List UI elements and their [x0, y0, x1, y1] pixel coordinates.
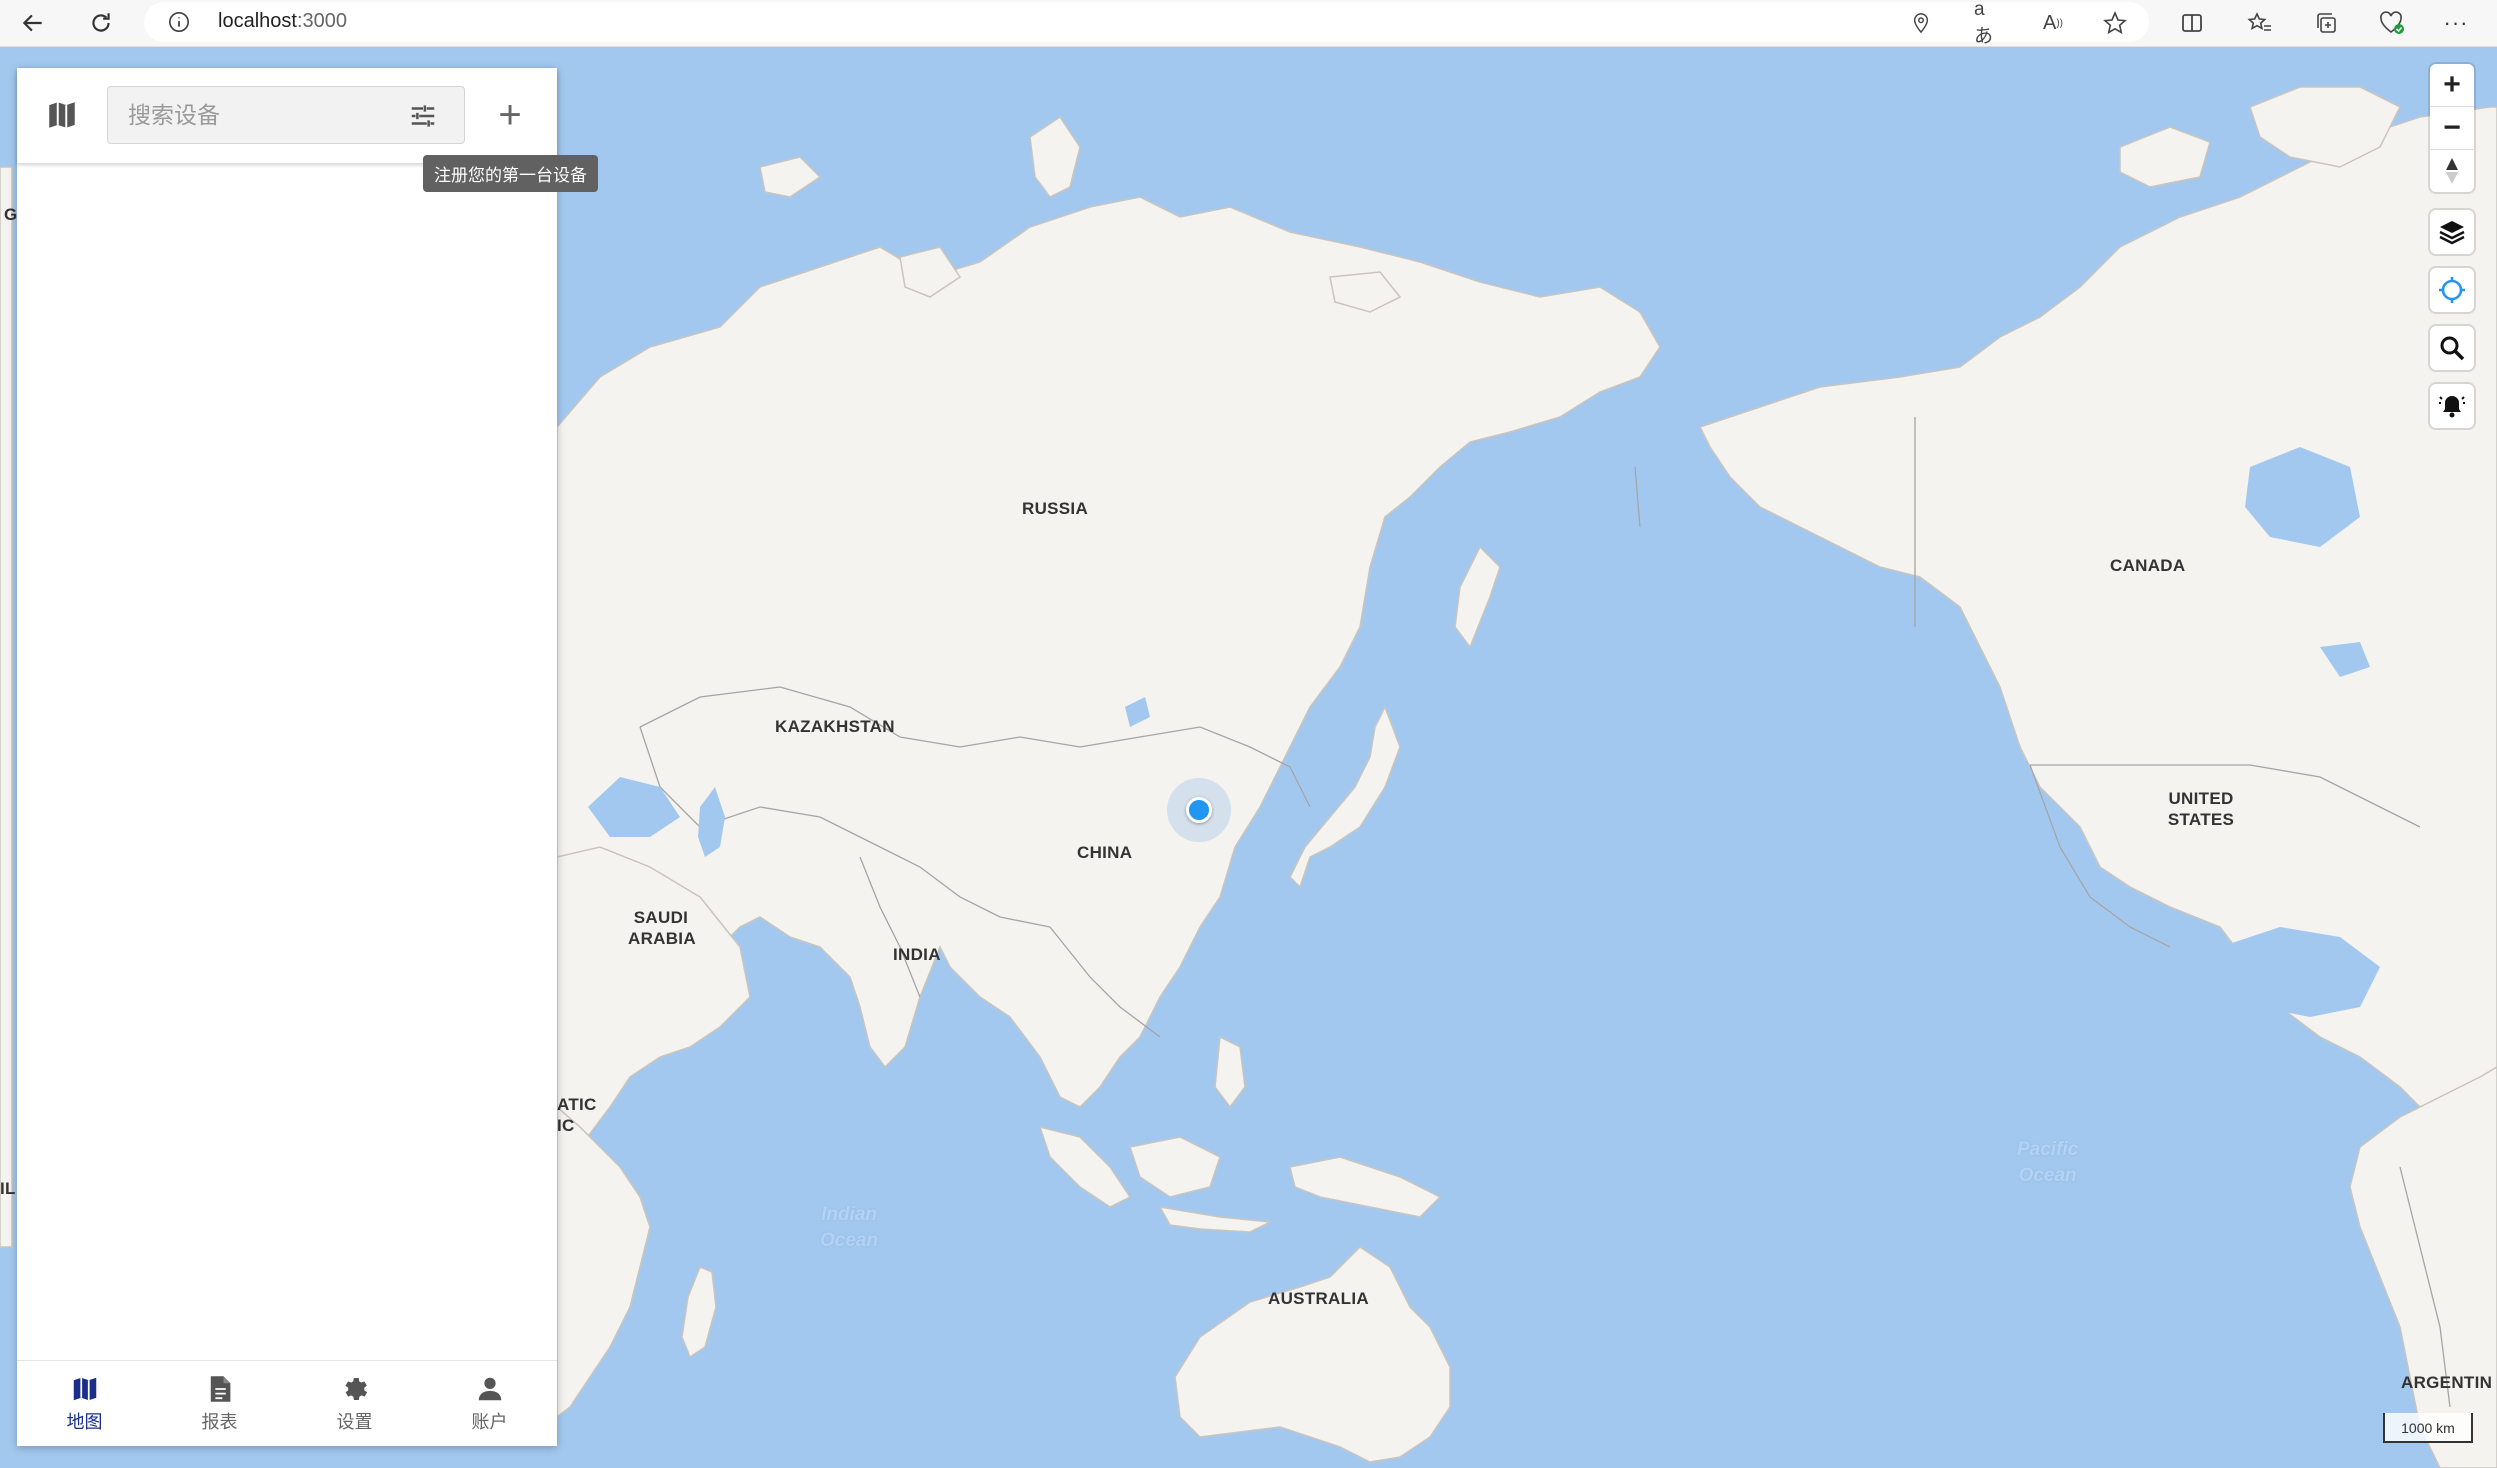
label-united-states: UNITED STATES	[2167, 789, 2235, 829]
map-scale: 1000 km	[2383, 1413, 2473, 1443]
search-input[interactable]	[126, 99, 390, 133]
person-icon	[478, 1377, 501, 1400]
location-icon[interactable]	[1908, 10, 1934, 36]
zoom-out-icon[interactable]: −	[2430, 107, 2474, 150]
gear-icon	[345, 1377, 367, 1400]
address-bar[interactable]: localhost:3000 aあ A))	[144, 0, 2149, 47]
nav-account-label: 账户	[471, 1411, 508, 1433]
zoom-in-icon[interactable]: +	[2430, 64, 2474, 107]
compass-icon[interactable]	[2430, 150, 2474, 192]
nav-settings[interactable]: 设置	[287, 1361, 422, 1446]
info-icon[interactable]	[168, 11, 190, 38]
search-icon[interactable]	[2430, 326, 2474, 370]
add-device-button[interactable]: +	[485, 86, 535, 144]
add-device-tooltip: 注册您的第一台设备	[423, 155, 598, 192]
filter-icon[interactable]	[408, 101, 438, 131]
bottom-navigation: 地图 报表 设置 账户	[17, 1360, 557, 1446]
label-australia: AUSTRALIA	[1268, 1289, 1369, 1308]
font-a-icon[interactable]: A))	[2040, 10, 2066, 36]
collections-icon[interactable]	[2310, 7, 2342, 39]
label-partial-ic: IC	[557, 1116, 575, 1135]
device-panel: + 地图 报表 设置 账户	[17, 68, 557, 1446]
label-partial-il: IL	[0, 1179, 16, 1198]
nav-account[interactable]: 账户	[422, 1361, 557, 1446]
label-russia: RUSSIA	[1022, 499, 1089, 518]
label-argentina: ARGENTIN	[2401, 1373, 2493, 1392]
search-field[interactable]	[107, 86, 465, 144]
label-partial-atic: ATIC	[557, 1095, 597, 1114]
label-canada: CANADA	[2110, 556, 2186, 575]
back-arrow-icon[interactable]	[12, 3, 54, 43]
nav-settings-label: 设置	[336, 1411, 373, 1433]
label-china: CHINA	[1077, 843, 1133, 862]
label-kazakhstan: KAZAKHSTAN	[775, 717, 895, 736]
map-icon	[73, 1377, 96, 1400]
nav-reports-label: 报表	[201, 1411, 238, 1433]
zoom-controls: + −	[2430, 64, 2474, 192]
label-indian-ocean: Indian Ocean	[820, 1204, 879, 1251]
layers-icon[interactable]	[2430, 210, 2474, 254]
url-text[interactable]: localhost:3000	[218, 10, 347, 33]
nav-reports[interactable]: 报表	[152, 1361, 287, 1446]
more-menu-icon[interactable]: ···	[2440, 7, 2472, 39]
locate-icon[interactable]	[2430, 268, 2474, 312]
favorites-list-icon[interactable]	[2244, 7, 2276, 39]
read-aloud-aa-icon[interactable]: aあ	[1974, 0, 2000, 47]
browser-essentials-icon[interactable]	[2376, 7, 2408, 39]
nav-map-label: 地图	[66, 1411, 103, 1433]
label-saudi-arabia: SAUDI ARABIA	[628, 908, 696, 948]
split-screen-icon[interactable]	[2176, 7, 2208, 39]
label-pacific-ocean: Pacific Ocean	[2017, 1139, 2079, 1186]
refresh-icon[interactable]	[80, 3, 122, 43]
label-india: INDIA	[893, 945, 941, 964]
panel-toolbar: +	[17, 68, 557, 163]
device-location-marker[interactable]	[1167, 778, 1231, 842]
label-partial-g: G	[4, 205, 18, 224]
favorite-star-icon[interactable]	[2102, 10, 2128, 36]
map-icon[interactable]	[45, 98, 79, 132]
report-icon	[210, 1375, 230, 1402]
nav-map[interactable]: 地图	[17, 1361, 152, 1446]
browser-toolbar: localhost:3000 aあ A)) ···	[0, 0, 2497, 47]
notification-bell-icon[interactable]	[2430, 384, 2474, 428]
